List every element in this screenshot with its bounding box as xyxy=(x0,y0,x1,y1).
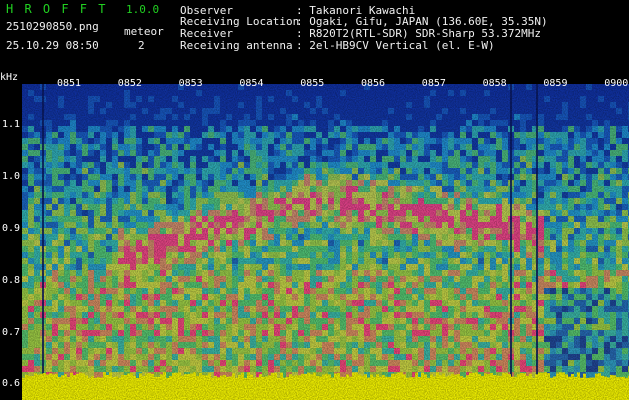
x-tick-label: 0854 xyxy=(239,78,264,89)
meteor-count: 2 xyxy=(138,39,145,52)
x-tick-label: 0900 xyxy=(604,78,629,89)
y-tick-label: 1.0 xyxy=(1,171,20,183)
x-tick-label: 0859 xyxy=(543,78,568,89)
file-name: 2510290850.png xyxy=(6,20,99,33)
x-tick-label: 0857 xyxy=(421,78,446,89)
antenna-label: Receiving antenna xyxy=(180,39,293,52)
y-tick-label: 0.8 xyxy=(1,274,20,286)
y-axis-label: kHz xyxy=(0,72,19,83)
x-tick-label: 0851 xyxy=(57,78,82,89)
x-tick-label: 0852 xyxy=(117,78,142,89)
x-tick-label: 0856 xyxy=(361,78,386,89)
y-tick-label: 0.6 xyxy=(1,378,20,390)
y-tick-label: 0.9 xyxy=(1,223,20,235)
y-tick-label: 0.7 xyxy=(1,326,20,338)
app-name: H R O F F T xyxy=(6,2,108,16)
spectrogram-canvas xyxy=(22,84,629,400)
y-tick-label: 1.1 xyxy=(1,119,20,131)
datetime: 25.10.29 08:50 xyxy=(6,39,99,52)
x-tick-label: 0858 xyxy=(482,78,507,89)
x-tick-label: 0853 xyxy=(178,78,203,89)
spectrogram xyxy=(22,84,629,400)
meteor-label: meteor xyxy=(124,25,164,38)
noise-overlay xyxy=(22,84,629,400)
app-version: 1.0.0 xyxy=(126,3,160,16)
x-tick-label: 0855 xyxy=(300,78,325,89)
antenna-value: : 2el-HB9CV Vertical (el. E-W) xyxy=(296,39,495,52)
